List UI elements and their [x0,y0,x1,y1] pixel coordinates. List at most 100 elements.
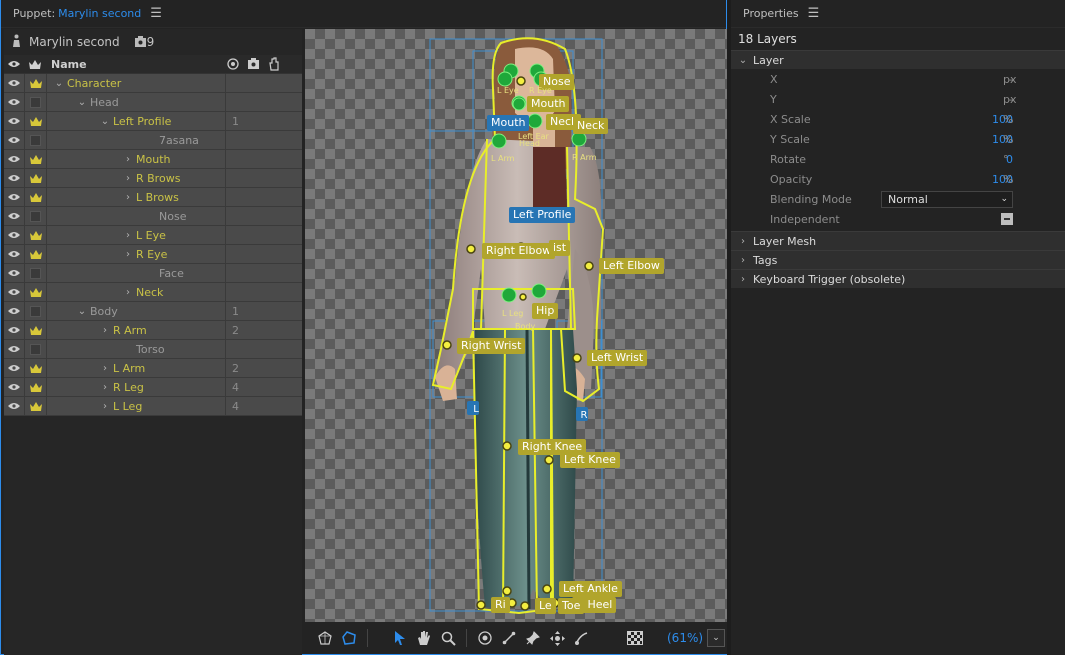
layer-row[interactable]: › R Arm 2 [4,321,302,340]
eye-icon[interactable] [4,250,24,258]
layer-row[interactable]: ⌄ Body 1 [4,302,302,321]
chevron-right-icon[interactable]: › [99,382,111,393]
layer-row[interactable]: Torso [4,340,302,359]
pin-tool-icon[interactable] [521,626,545,650]
independent-checkbox[interactable] [1001,213,1013,225]
zoom-level[interactable]: (61%) [667,631,703,645]
handle-tag[interactable]: Left Knee [560,452,620,468]
zoom-tool-icon[interactable] [436,626,460,650]
eye-icon[interactable] [4,79,24,87]
stick-tool-icon[interactable] [497,626,521,650]
chevron-right-icon[interactable]: › [122,173,134,184]
layer-name-cell[interactable]: › Mouth [46,150,225,168]
eye-icon[interactable] [4,231,24,239]
layer-row[interactable]: › L Eye [4,226,302,245]
handle-tag[interactable]: Left Wrist [587,350,648,366]
chevron-right-icon[interactable]: › [122,154,134,165]
layer-row[interactable]: 7asana [4,131,302,150]
handle-tag[interactable]: Left Ankle [559,581,622,597]
hand-column-icon[interactable] [268,57,280,71]
layer-name-cell[interactable]: 7asana [46,131,225,149]
layer-name-cell[interactable]: › R Eye [46,245,225,263]
crown-empty-box[interactable] [24,93,46,111]
layer-row[interactable]: › Neck [4,283,302,302]
eye-icon[interactable] [4,212,24,220]
chevron-right-icon[interactable]: › [99,401,111,412]
crown-icon[interactable] [24,188,46,206]
puppet-canvas[interactable]: Mouth Mouth Neck Neck Left Profile Right Elbo… [305,29,727,622]
layer-row[interactable]: › R Leg 4 [4,378,302,397]
name-column-header[interactable]: Name [46,55,225,73]
chevron-down-icon[interactable]: ⌄ [53,78,65,89]
chevron-down-icon[interactable]: ⌄ [76,97,88,108]
handle-tag[interactable]: Hip [532,303,559,319]
eye-icon[interactable] [4,307,24,315]
layer-name-cell[interactable]: › R Brows [46,169,225,187]
chevron-down-icon[interactable]: ⌄ [99,116,111,127]
layer-row[interactable]: › L Leg 4 [4,397,302,416]
chevron-down-icon[interactable]: ⌄ [76,306,88,317]
zoom-dropdown-button[interactable]: ⌄ [707,629,726,647]
bend-tool-icon[interactable] [569,626,593,650]
origin-tool-icon[interactable] [473,626,497,650]
layer-name-cell[interactable]: ⌄ Left Profile [46,112,225,130]
chevron-right-icon[interactable]: › [122,249,134,260]
blending-mode-select[interactable]: Normal ⌄ [881,190,1013,208]
eye-icon[interactable] [4,155,24,163]
eye-icon[interactable] [4,364,24,372]
layer-row[interactable]: › L Brows [4,188,302,207]
chevron-right-icon[interactable]: › [122,230,134,241]
handle-tag[interactable]: Right Wrist [457,338,526,354]
handle-tag[interactable]: Left Elbow [599,258,664,274]
layer-row[interactable]: ⌄ Head [4,93,302,112]
trigger-column-icon[interactable] [247,58,260,70]
crown-icon[interactable] [24,150,46,168]
layer-row[interactable]: › Mouth [4,150,302,169]
layer-name-cell[interactable]: › R Arm [46,321,225,339]
layer-section-header[interactable]: ⌄ Layer [731,50,1065,69]
handle-tag[interactable]: Ri [491,597,510,613]
layer-row[interactable]: › R Brows [4,169,302,188]
handle-tag[interactable]: Left Profile [509,207,576,223]
chevron-right-icon[interactable]: › [99,363,111,374]
crown-icon[interactable] [24,397,46,415]
crown-icon[interactable] [24,359,46,377]
crown-icon[interactable] [24,226,46,244]
layer-row[interactable]: ⌄ Character [4,74,302,93]
eye-icon[interactable] [4,345,24,353]
layer-name-cell[interactable]: ⌄ Body [46,302,225,320]
eye-icon[interactable] [4,117,24,125]
collapsed-section-header[interactable]: › Keyboard Trigger (obsolete) [731,269,1065,288]
crown-icon[interactable] [24,112,46,130]
hand-tool-icon[interactable] [412,626,436,650]
eye-icon[interactable] [4,136,24,144]
handle-tag[interactable]: Neck [573,118,609,134]
eye-icon[interactable] [4,193,24,201]
layer-name-cell[interactable]: › L Leg [46,397,225,415]
layer-row[interactable]: ⌄ Left Profile 1 [4,112,302,131]
origin-column-icon[interactable] [227,58,239,70]
layer-name-cell[interactable]: ⌄ Head [46,93,225,111]
crown-icon[interactable] [24,169,46,187]
crown-icon[interactable] [24,245,46,263]
crown-empty-box[interactable] [24,131,46,149]
eye-icon[interactable] [4,326,24,334]
properties-menu-icon[interactable]: ☰ [808,6,820,21]
collapsed-section-header[interactable]: › Tags [731,250,1065,269]
chevron-right-icon[interactable]: › [99,325,111,336]
crown-empty-box[interactable] [24,340,46,358]
collapsed-section-header[interactable]: › Layer Mesh [731,231,1065,250]
layer-name-cell[interactable]: Face [46,264,225,282]
crown-empty-box[interactable] [24,302,46,320]
eye-icon[interactable] [4,288,24,296]
crown-icon[interactable] [24,74,46,92]
panel-menu-icon[interactable]: ☰ [150,6,162,21]
eye-icon[interactable] [4,98,24,106]
handle-tag[interactable]: ist [549,240,571,256]
handle-tag[interactable]: Le [535,598,556,614]
crown-empty-box[interactable] [24,264,46,282]
eye-icon[interactable] [4,174,24,182]
outline-tool-icon[interactable] [337,626,361,650]
layer-name-cell[interactable]: › L Brows [46,188,225,206]
layer-name-cell[interactable]: › L Eye [46,226,225,244]
